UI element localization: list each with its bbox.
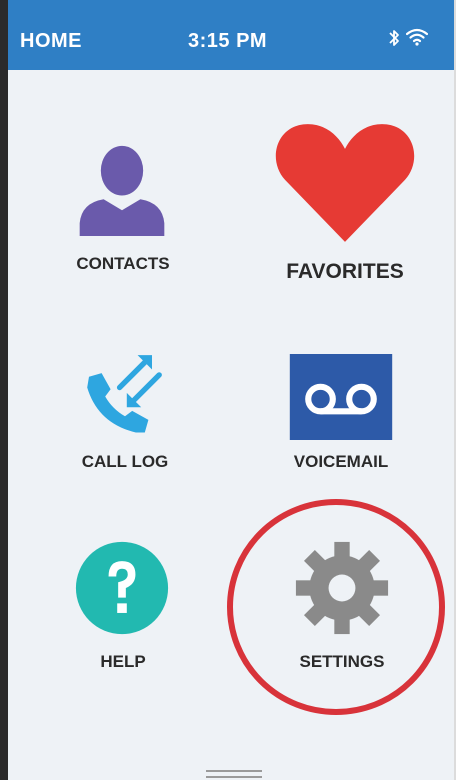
question-mark-icon <box>75 541 169 635</box>
phone-arrows-icon <box>87 355 162 433</box>
help-label: HELP <box>100 652 146 671</box>
person-icon <box>79 145 165 236</box>
bottom-handle[interactable] <box>206 770 262 780</box>
favorites-button[interactable]: FAVORITES <box>260 120 430 290</box>
clock: 3:15 PM <box>188 30 268 52</box>
wifi-icon <box>406 28 428 46</box>
phone-screen: HOME 3:15 PM CONTACTS FAVORITES CALL LOG… <box>0 0 456 780</box>
contacts-label: CONTACTS <box>76 254 170 273</box>
call-log-button[interactable]: CALL LOG <box>60 350 190 471</box>
heart-icon <box>275 124 415 242</box>
bluetooth-icon <box>389 30 399 46</box>
contacts-button[interactable]: CONTACTS <box>58 140 188 290</box>
call-log-label: CALL LOG <box>81 452 169 471</box>
highlight-circle <box>227 499 445 715</box>
status-bar: HOME 3:15 PM <box>8 0 454 70</box>
home-title[interactable]: HOME <box>20 30 82 53</box>
voicemail-button[interactable]: VOICEMAIL <box>276 354 406 474</box>
favorites-label: FAVORITES <box>286 260 404 283</box>
help-button[interactable]: HELP <box>58 540 188 671</box>
voicemail-label: VOICEMAIL <box>293 452 389 471</box>
voicemail-icon <box>289 354 393 440</box>
